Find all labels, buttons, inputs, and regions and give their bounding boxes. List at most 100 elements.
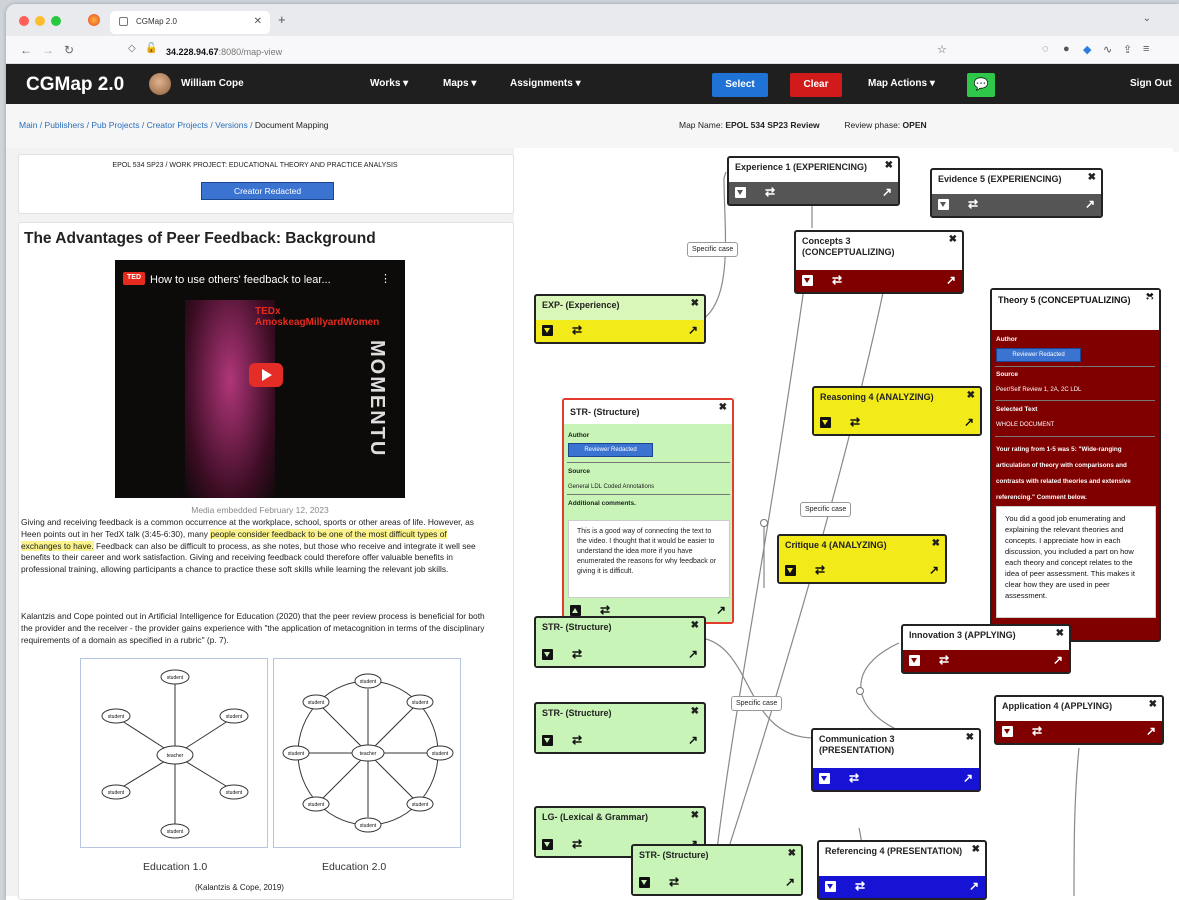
crumb-creator-projects[interactable]: Creator Projects — [147, 120, 208, 130]
edge-label-specific-case[interactable]: Specific case — [731, 696, 783, 711]
node-critique-4[interactable]: Critique 4 (ANALYZING) ✖ ⇄ ↗ — [777, 534, 947, 584]
node-structure-expanded[interactable]: STR- (Structure) ✖ Author Reviewer Redac… — [562, 398, 734, 624]
node-evidence-5[interactable]: Evidence 5 (EXPERIENCING) ✖ ⇄ ↗ — [930, 168, 1103, 218]
swap-icon[interactable]: ⇄ — [832, 273, 842, 287]
close-icon[interactable]: ✖ — [1088, 172, 1096, 183]
reviewer-tag[interactable]: Reviewer Redacted — [996, 348, 1081, 362]
extension-icon[interactable]: ● — [1063, 43, 1070, 55]
close-icon[interactable]: ✖ — [691, 810, 699, 821]
swap-icon[interactable]: ⇄ — [572, 837, 582, 851]
external-link-icon[interactable]: ↗ — [1053, 653, 1063, 667]
chevron-down-icon[interactable] — [909, 655, 920, 666]
chevron-down-icon[interactable] — [1002, 726, 1013, 737]
chevron-down-icon[interactable] — [639, 877, 650, 888]
node-application-4[interactable]: Application 4 (APPLYING) ✖ ⇄ ↗ — [994, 695, 1164, 745]
external-link-icon[interactable]: ↗ — [688, 647, 698, 661]
url-field[interactable]: 34.228.94.67:8080/map-view — [166, 47, 282, 57]
crumb-publishers[interactable]: Publishers — [45, 120, 85, 130]
creator-button[interactable]: Creator Redacted — [201, 182, 334, 200]
extension-grey-icon[interactable]: ∿ — [1103, 43, 1112, 56]
node-experience-1[interactable]: Experience 1 (EXPERIENCING) ✖ ⇄ ↗ — [727, 156, 900, 206]
close-icon[interactable]: ✖ — [966, 732, 974, 743]
swap-icon[interactable]: ⇄ — [669, 875, 679, 889]
node-structure[interactable]: STR- (Structure) ✖ ⇄ ↗ — [631, 844, 803, 896]
menu-assignments[interactable]: Assignments ▾ — [510, 78, 581, 89]
close-icon[interactable]: ✖ — [691, 620, 699, 631]
chat-button[interactable]: 💬 — [967, 73, 995, 97]
node-reasoning-4[interactable]: Reasoning 4 (ANALYZING) ✖ ⇄ ↗ — [812, 386, 982, 436]
external-link-icon[interactable]: ↗ — [1146, 724, 1156, 738]
menu-icon[interactable]: ≡ — [1143, 43, 1149, 55]
external-link-icon[interactable]: ↗ — [688, 733, 698, 747]
menu-maps[interactable]: Maps ▾ — [443, 78, 476, 89]
map-canvas[interactable]: Specific case Specific case Specific cas… — [514, 148, 1173, 900]
edge-label-specific-case[interactable]: Specific case — [687, 242, 739, 257]
swap-icon[interactable]: ⇄ — [572, 323, 582, 337]
close-icon[interactable]: ✖ — [788, 848, 796, 859]
map-actions-menu[interactable]: Map Actions ▾ — [868, 78, 935, 89]
tab-close-icon[interactable]: ✕ — [254, 16, 262, 27]
maximize-window-icon[interactable] — [51, 16, 61, 26]
external-link-icon[interactable]: ↗ — [688, 323, 698, 337]
share-icon[interactable]: ⇪ — [1123, 43, 1132, 56]
swap-icon[interactable]: ⇄ — [850, 415, 860, 429]
pocket-icon[interactable]: ◌ — [1042, 43, 1049, 55]
swap-icon[interactable]: ⇄ — [849, 771, 859, 785]
external-link-icon[interactable]: ↗ — [882, 185, 892, 199]
node-concepts-3[interactable]: Concepts 3 (CONCEPTUALIZING) ✖ ⇄ ↗ — [794, 230, 964, 294]
insecure-lock-icon[interactable]: 🔓 — [145, 43, 157, 54]
node-structure[interactable]: STR- (Structure) ✖ ⇄ ↗ — [534, 702, 706, 754]
node-communication-3[interactable]: Communication 3 (PRESENTATION) ✖ ⇄ ↗ — [811, 728, 981, 792]
bookmark-star-icon[interactable]: ☆ — [937, 43, 947, 56]
swap-icon[interactable]: ⇄ — [968, 197, 978, 211]
reviewer-tag[interactable]: Reviewer Redacted — [568, 443, 653, 457]
forward-icon[interactable]: → — [42, 43, 54, 57]
external-link-icon[interactable]: ↗ — [785, 875, 795, 889]
new-tab-button[interactable]: + — [278, 12, 286, 27]
user-name[interactable]: William Cope — [181, 78, 244, 89]
reload-icon[interactable]: ↻ — [64, 43, 74, 57]
play-icon[interactable] — [249, 363, 283, 387]
sign-out-link[interactable]: Sign Out — [1130, 78, 1172, 89]
external-link-icon[interactable]: ↗ — [929, 563, 939, 577]
chevron-down-icon[interactable] — [542, 649, 553, 660]
brand-logo[interactable]: CGMap 2.0 — [26, 74, 124, 96]
chevron-down-icon[interactable] — [825, 881, 836, 892]
video-more-icon[interactable]: ⋮ — [380, 272, 391, 285]
browser-tab[interactable]: CGMap 2.0 ✕ — [110, 11, 270, 34]
avatar[interactable] — [149, 73, 171, 95]
close-icon[interactable]: ✖ — [1056, 628, 1064, 639]
external-link-icon[interactable]: ↗ — [1085, 197, 1095, 211]
menu-works[interactable]: Works ▾ — [370, 78, 408, 89]
chevron-down-icon[interactable] — [785, 565, 796, 576]
chevron-down-icon[interactable] — [735, 187, 746, 198]
node-structure[interactable]: STR- (Structure) ✖ ⇄ ↗ — [534, 616, 706, 668]
close-icon[interactable]: ✖ — [1149, 699, 1157, 710]
close-icon[interactable]: ✖ — [691, 706, 699, 717]
swap-icon[interactable]: ⇄ — [855, 879, 865, 893]
swap-icon[interactable]: ⇄ — [600, 603, 610, 617]
close-icon[interactable]: ✖ — [885, 160, 893, 171]
close-icon[interactable]: ✖ — [972, 844, 980, 855]
close-icon[interactable]: ✖ — [719, 402, 727, 413]
close-window-icon[interactable] — [19, 16, 29, 26]
shield-icon[interactable]: ◇ — [128, 43, 136, 54]
close-icon[interactable]: ✖ — [691, 298, 699, 309]
back-icon[interactable]: ← — [20, 43, 32, 57]
crumb-pub-projects[interactable]: Pub Projects — [91, 120, 139, 130]
edge-label-specific-case[interactable]: Specific case — [800, 502, 852, 517]
minimize-window-icon[interactable] — [35, 16, 45, 26]
chevron-down-icon[interactable] — [542, 735, 553, 746]
swap-icon[interactable]: ⇄ — [765, 185, 775, 199]
chevron-down-icon[interactable] — [542, 325, 553, 336]
chevron-down-icon[interactable] — [820, 417, 831, 428]
chevron-down-icon[interactable] — [542, 839, 553, 850]
external-link-icon[interactable]: ↗ — [946, 273, 956, 287]
swap-icon[interactable]: ⇄ — [572, 733, 582, 747]
node-theory-5[interactable]: Theory 5 (CONCEPTUALIZING) ✖ Author Revi… — [990, 288, 1161, 642]
swap-icon[interactable]: ⇄ — [572, 647, 582, 661]
swap-icon[interactable]: ⇄ — [939, 653, 949, 667]
swap-icon[interactable]: ⇄ — [815, 563, 825, 577]
chevron-down-icon[interactable] — [819, 773, 830, 784]
crumb-main[interactable]: Main — [19, 120, 37, 130]
